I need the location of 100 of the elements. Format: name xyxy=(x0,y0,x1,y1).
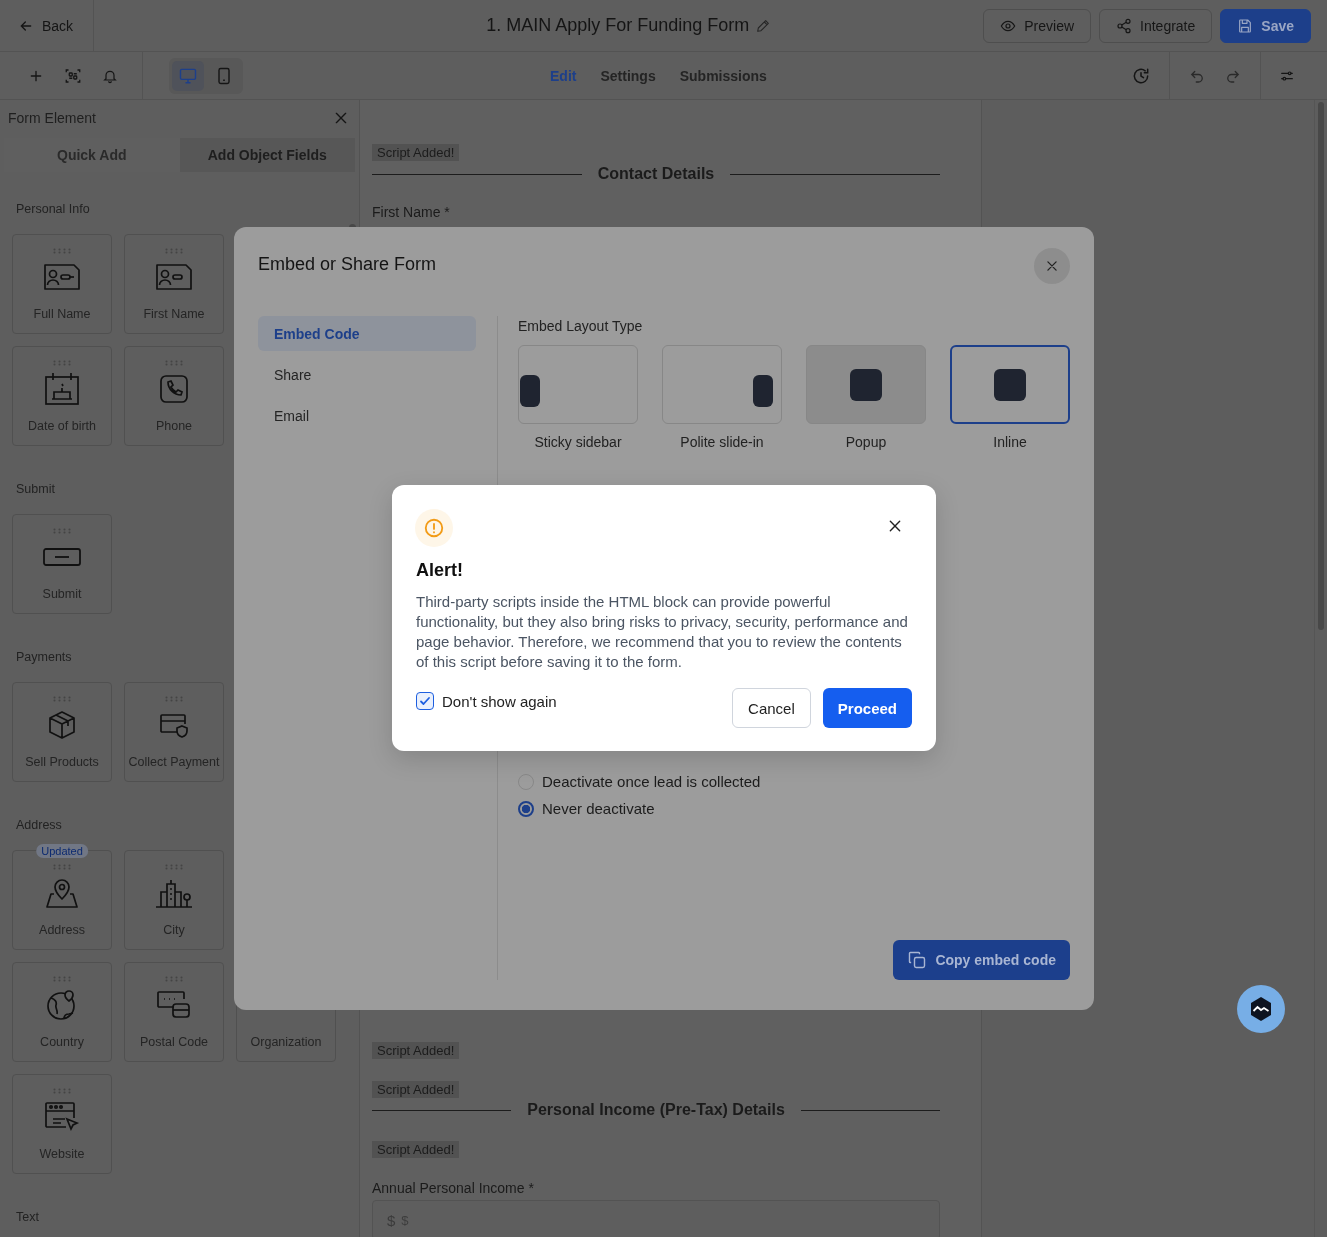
drag-handle-icon[interactable] xyxy=(53,696,71,702)
drag-handle-icon[interactable] xyxy=(53,864,71,870)
id-card-icon xyxy=(155,263,193,291)
element-label: Submit xyxy=(42,587,82,601)
editor-tab[interactable]: Settings xyxy=(600,67,656,84)
layout-option-label: Sticky sidebar xyxy=(534,434,622,450)
element-label: Full Name xyxy=(33,307,91,321)
integrate-button[interactable]: Integrate xyxy=(1099,8,1213,43)
element-label: Phone xyxy=(155,419,193,433)
element-card[interactable]: Phone xyxy=(124,346,224,446)
copy-embed-code-button[interactable]: Copy embed code xyxy=(893,940,1070,980)
hexagon-mountain-icon xyxy=(1249,996,1273,1022)
centered-block-icon xyxy=(850,368,882,401)
editor-tab[interactable]: Edit xyxy=(550,67,577,84)
element-label: First Name xyxy=(143,307,205,321)
cancel-button[interactable]: Cancel xyxy=(732,688,811,728)
layout-option-card[interactable] xyxy=(950,345,1070,424)
checkbox-label: Don't show again xyxy=(442,692,557,710)
drag-handle-icon[interactable] xyxy=(165,864,183,870)
element-card[interactable]: Collect Payment xyxy=(124,682,224,782)
element-card[interactable]: Date of birth xyxy=(12,346,112,446)
id-card-icon xyxy=(43,263,81,291)
element-label: Date of birth xyxy=(27,419,97,433)
sidebar-block-icon xyxy=(520,375,540,407)
slide-in-block-icon xyxy=(753,375,773,407)
button-icon xyxy=(43,548,81,566)
field-label: Annual Personal Income * xyxy=(372,1180,534,1196)
element-card[interactable]: Sell Products xyxy=(12,682,112,782)
element-label: Country xyxy=(40,1035,84,1049)
dialog-nav-item[interactable]: Embed Code xyxy=(258,316,476,351)
element-label: Postal Code xyxy=(139,1035,209,1049)
element-label: Sell Products xyxy=(25,755,99,769)
section-heading: Contact Details xyxy=(597,165,715,183)
layout-option-card[interactable] xyxy=(662,345,782,424)
drag-handle-icon[interactable] xyxy=(165,248,183,254)
drag-handle-icon[interactable] xyxy=(165,360,183,366)
section-title: Address xyxy=(16,818,63,832)
share-icon xyxy=(1116,17,1133,34)
map-pin-icon xyxy=(45,877,79,909)
drag-handle-icon[interactable] xyxy=(165,696,183,702)
element-card[interactable]: Full Name xyxy=(12,234,112,334)
proceed-button[interactable]: Proceed xyxy=(822,688,912,728)
close-button[interactable] xyxy=(1034,247,1070,284)
updated-badge: Updated xyxy=(36,844,88,858)
drag-handle-icon[interactable] xyxy=(53,360,71,366)
section-title: Submit xyxy=(16,482,56,496)
layout-option-card[interactable] xyxy=(806,345,926,424)
browser-cursor-icon xyxy=(44,1101,80,1133)
copy-icon xyxy=(907,950,928,970)
element-card[interactable]: Submit xyxy=(12,514,112,614)
back-button[interactable]: Back xyxy=(18,17,74,34)
package-icon xyxy=(47,710,77,740)
element-label: Organization xyxy=(250,1035,322,1049)
credit-card-shield-icon xyxy=(159,712,189,738)
element-label: Collect Payment xyxy=(128,755,220,769)
element-card[interactable]: Website xyxy=(12,1074,112,1174)
desktop-view-button[interactable] xyxy=(172,60,204,91)
element-card[interactable]: Postal Code xyxy=(124,962,224,1062)
panel-title: Form Element xyxy=(8,110,96,126)
placeholder-text: $ xyxy=(401,1212,409,1228)
section-heading: Personal Income (Pre-Tax) Details xyxy=(527,1101,785,1119)
drag-handle-icon[interactable] xyxy=(165,976,183,982)
section-title: Text xyxy=(16,1210,40,1224)
panel-tab[interactable]: Add Object Fields xyxy=(179,138,355,172)
drag-handle-icon[interactable] xyxy=(53,528,71,534)
dialog-nav-item[interactable]: Email xyxy=(258,398,476,433)
drag-handle-icon[interactable] xyxy=(53,1088,71,1094)
element-card[interactable]: Country xyxy=(12,962,112,1062)
calendar-cake-icon xyxy=(44,372,80,406)
globe-pin-icon xyxy=(46,989,78,1021)
radio-label: Never deactivate xyxy=(542,800,655,817)
radio-label: Deactivate once lead is collected xyxy=(542,773,761,790)
centered-block-icon xyxy=(994,368,1026,401)
editor-tab[interactable]: Submissions xyxy=(679,67,767,84)
alert-title: Alert! xyxy=(416,560,464,581)
checkbox[interactable] xyxy=(416,692,434,710)
layout-type-heading: Embed Layout Type xyxy=(518,318,644,334)
layout-option-card[interactable] xyxy=(518,345,638,424)
drag-handle-icon[interactable] xyxy=(53,248,71,254)
warning-icon xyxy=(415,509,453,547)
layout-option-label: Polite slide-in xyxy=(680,434,764,450)
radio-button[interactable] xyxy=(518,800,534,817)
element-card[interactable]: City xyxy=(124,850,224,950)
close-icon[interactable] xyxy=(888,519,902,533)
layout-option-label: Popup xyxy=(845,434,887,450)
save-button[interactable]: Save xyxy=(1220,8,1311,43)
close-icon xyxy=(1045,258,1059,273)
dialog-nav-item[interactable]: Share xyxy=(258,357,476,392)
income-input-field[interactable]: $ $ xyxy=(372,1200,940,1237)
pencil-icon[interactable] xyxy=(755,17,772,34)
preview-button[interactable]: Preview xyxy=(983,8,1092,43)
section-title: Payments xyxy=(16,650,73,664)
element-label: Website xyxy=(39,1147,85,1161)
alert-message: Third-party scripts inside the HTML block can provide powerful functionality, but they also bring risks to privacy, security, performance and page behavior. Therefore, we recommend that you to review the contents of this script before saving it to the form. xyxy=(416,592,909,672)
layers-icon[interactable] xyxy=(64,66,82,85)
element-card[interactable]: First Name xyxy=(124,234,224,334)
section-title: Personal Info xyxy=(16,202,91,216)
drag-handle-icon[interactable] xyxy=(53,976,71,982)
element-label: Address xyxy=(39,923,85,937)
postal-code-icon xyxy=(156,990,192,1020)
